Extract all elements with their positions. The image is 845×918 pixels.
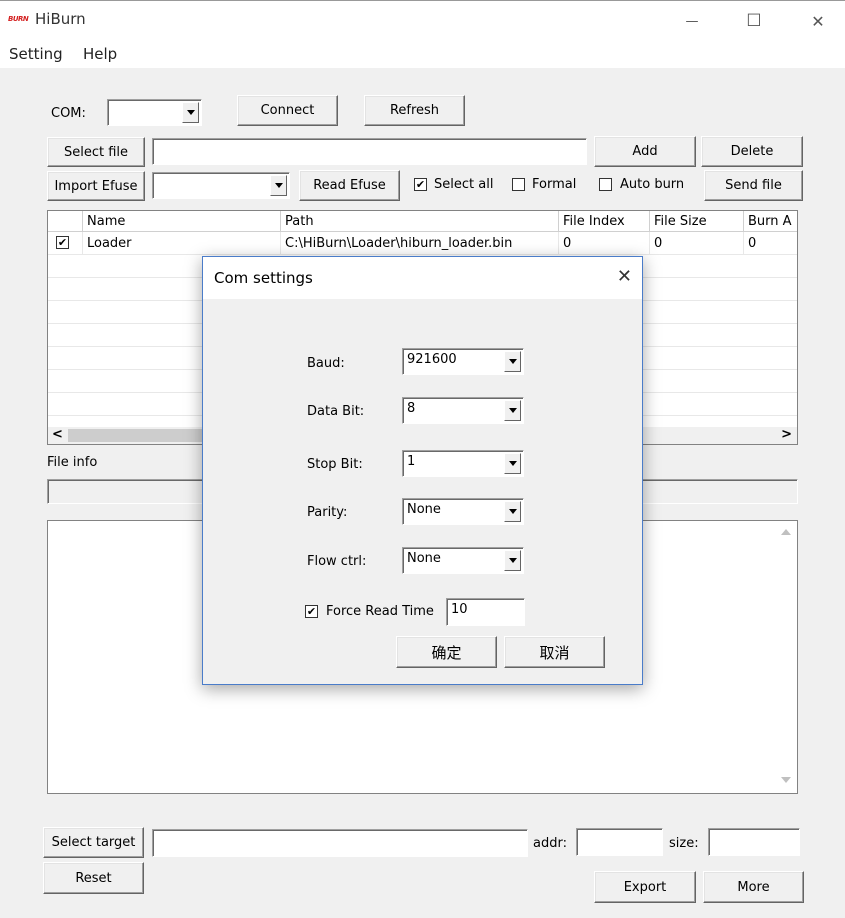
menu-bar: Setting Help — [0, 40, 845, 68]
cancel-button[interactable]: 取消 — [504, 636, 605, 668]
chevron-down-icon — [504, 453, 521, 474]
force-read-label: Force Read Time — [326, 604, 434, 619]
select-all-label: Select all — [434, 177, 494, 192]
column-header-burn-addr[interactable]: Burn A — [744, 211, 797, 232]
column-header-path[interactable]: Path — [281, 211, 559, 232]
size-input[interactable] — [708, 828, 800, 856]
chevron-down-icon — [504, 501, 521, 522]
auto-burn-checkbox[interactable] — [599, 178, 612, 191]
refresh-button[interactable]: Refresh — [364, 95, 465, 126]
connect-button[interactable]: Connect — [237, 95, 338, 126]
close-icon[interactable]: ✕ — [617, 266, 632, 287]
scroll-down-icon[interactable] — [781, 777, 791, 783]
data-bit-select[interactable]: 8 — [402, 397, 524, 424]
file-path-input[interactable] — [152, 138, 587, 165]
com-select[interactable] — [107, 99, 202, 126]
row-size: 0 — [650, 232, 744, 255]
scroll-right-icon[interactable]: > — [781, 427, 792, 442]
select-file-button[interactable]: Select file — [47, 137, 145, 167]
delete-button[interactable]: Delete — [701, 136, 803, 167]
file-info-label: File info — [47, 455, 98, 470]
column-header-file-size[interactable]: File Size — [650, 211, 744, 232]
parity-label: Parity: — [307, 505, 348, 520]
table-row[interactable]: ✔ Loader C:\HiBurn\Loader\hiburn_loader.… — [48, 232, 797, 255]
efuse-select[interactable] — [152, 172, 290, 199]
flow-ctrl-label: Flow ctrl: — [307, 554, 367, 569]
baud-select[interactable]: 921600 — [402, 348, 524, 375]
chevron-down-icon — [504, 550, 521, 571]
minimize-button[interactable]: — — [669, 1, 715, 41]
addr-label: addr: — [533, 836, 567, 851]
chevron-down-icon — [182, 102, 199, 123]
import-efuse-button[interactable]: Import Efuse — [47, 171, 145, 201]
stop-bit-select[interactable]: 1 — [402, 450, 524, 477]
com-label: COM: — [51, 106, 86, 121]
dialog-title-bar: Com settings ✕ — [203, 257, 642, 299]
column-header-file-index[interactable]: File Index — [559, 211, 650, 232]
addr-input[interactable] — [576, 828, 663, 856]
target-path-input[interactable] — [152, 829, 528, 857]
com-settings-dialog: Com settings ✕ Baud: 921600 Data Bit: 8 … — [202, 256, 643, 685]
auto-burn-label: Auto burn — [620, 177, 685, 192]
parity-select[interactable]: None — [402, 498, 524, 525]
more-button[interactable]: More — [703, 871, 804, 903]
select-all-checkbox[interactable]: ✔ — [414, 178, 427, 191]
row-burn-addr: 0 — [744, 232, 797, 255]
force-read-time-input[interactable]: 10 — [446, 598, 525, 626]
reset-button[interactable]: Reset — [43, 862, 144, 894]
ok-button[interactable]: 确定 — [396, 636, 497, 668]
force-read-checkbox[interactable]: ✔ — [305, 605, 318, 618]
chevron-down-icon — [504, 351, 521, 372]
maximize-button[interactable]: ☐ — [731, 1, 777, 41]
column-header-name[interactable]: Name — [83, 211, 281, 232]
dialog-title: Com settings — [214, 269, 313, 287]
select-target-button[interactable]: Select target — [43, 827, 144, 858]
row-path: C:\HiBurn\Loader\hiburn_loader.bin — [281, 232, 559, 255]
stop-bit-label: Stop Bit: — [307, 457, 363, 472]
formal-label: Formal — [532, 177, 577, 192]
menu-help[interactable]: Help — [83, 45, 117, 63]
read-efuse-button[interactable]: Read Efuse — [299, 170, 400, 201]
size-label: size: — [669, 836, 699, 851]
chevron-down-icon — [504, 400, 521, 421]
close-button[interactable]: ✕ — [795, 1, 841, 41]
row-name: Loader — [83, 232, 281, 255]
app-logo: BURN — [8, 15, 29, 23]
row-index: 0 — [559, 232, 650, 255]
column-header-check[interactable] — [48, 211, 83, 232]
flow-ctrl-select[interactable]: None — [402, 547, 524, 574]
title-bar: BURN HiBurn — ☐ ✕ — [0, 0, 845, 40]
send-file-button[interactable]: Send file — [704, 170, 803, 201]
scroll-up-icon[interactable] — [781, 529, 791, 535]
row-checkbox[interactable]: ✔ — [56, 236, 69, 249]
formal-checkbox[interactable] — [512, 178, 525, 191]
scroll-left-icon[interactable]: < — [52, 427, 63, 442]
menu-setting[interactable]: Setting — [9, 45, 63, 63]
export-button[interactable]: Export — [594, 871, 696, 903]
data-bit-label: Data Bit: — [307, 404, 365, 419]
baud-label: Baud: — [307, 356, 345, 371]
app-title: HiBurn — [35, 10, 86, 28]
add-button[interactable]: Add — [594, 136, 696, 167]
chevron-down-icon — [270, 175, 287, 196]
scrollbar-thumb[interactable] — [68, 429, 208, 442]
